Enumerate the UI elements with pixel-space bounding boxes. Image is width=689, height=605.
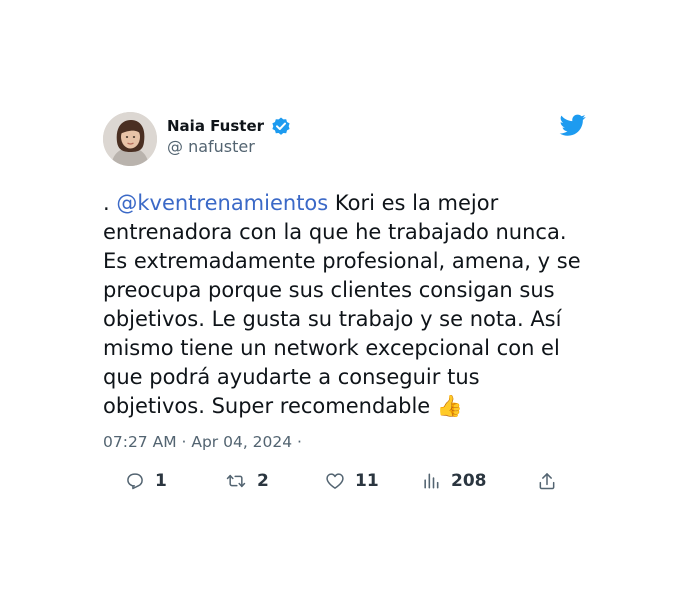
retweet-button[interactable]: 2 bbox=[225, 467, 269, 495]
reply-button[interactable]: 1 bbox=[125, 467, 167, 495]
like-button[interactable]: 11 bbox=[325, 467, 379, 495]
tweet-timestamp[interactable]: 07:27 AM · Apr 04, 2024 · bbox=[103, 433, 587, 451]
tweet-header: Naia Fuster @ nafuster bbox=[103, 112, 587, 166]
avatar[interactable] bbox=[103, 112, 157, 166]
verified-badge-icon bbox=[270, 115, 292, 137]
display-name[interactable]: Naia Fuster bbox=[167, 117, 264, 135]
share-icon bbox=[537, 471, 557, 491]
views-button[interactable]: 208 bbox=[421, 467, 487, 495]
tweet-text-body: Kori es la mejor entrenadora con la que … bbox=[103, 191, 581, 418]
retweet-count: 2 bbox=[257, 471, 269, 491]
user-handle[interactable]: @ nafuster bbox=[167, 137, 292, 156]
retweet-icon bbox=[225, 471, 247, 491]
mention-link[interactable]: @kventrenamientos bbox=[116, 191, 328, 215]
display-name-row: Naia Fuster bbox=[167, 115, 292, 137]
user-info: Naia Fuster @ nafuster bbox=[167, 115, 292, 156]
tweet-text-prefix: . bbox=[103, 191, 117, 215]
views-icon bbox=[421, 471, 441, 491]
views-count: 208 bbox=[451, 471, 487, 491]
twitter-bird-icon[interactable] bbox=[559, 112, 587, 138]
reply-count: 1 bbox=[155, 471, 167, 491]
reply-icon bbox=[125, 471, 145, 491]
like-count: 11 bbox=[355, 471, 379, 491]
heart-icon bbox=[325, 471, 345, 491]
share-button[interactable] bbox=[537, 467, 557, 495]
tweet-card: Naia Fuster @ nafuster . @kventrenamient… bbox=[103, 112, 587, 497]
tweet-text: . @kventrenamientos Kori es la mejor ent… bbox=[103, 189, 583, 421]
action-bar: 1 2 11 208 bbox=[103, 467, 587, 497]
